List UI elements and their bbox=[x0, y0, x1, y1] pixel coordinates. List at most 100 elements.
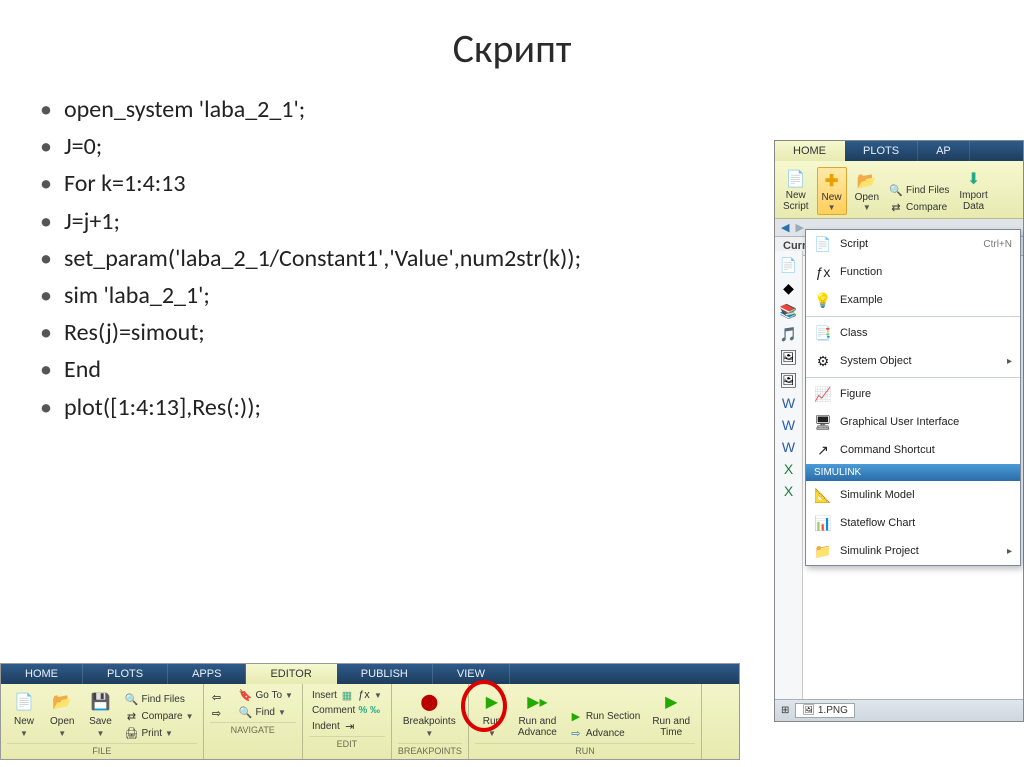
dropdown-item-class[interactable]: 📑 Class bbox=[806, 319, 1020, 347]
print-icon: 🖨 bbox=[124, 726, 138, 740]
dropdown-item-stateflow[interactable]: 📊 Stateflow Chart bbox=[806, 509, 1020, 537]
group-label: NAVIGATE bbox=[210, 722, 296, 738]
taskbar-start-icon[interactable]: ⊞ bbox=[781, 705, 789, 716]
taskbar-item[interactable]: 🖼 1.PNG bbox=[795, 703, 855, 718]
dropdown-item-shortcut[interactable]: ↗ Command Shortcut bbox=[806, 436, 1020, 464]
simulink-project-icon: 📁 bbox=[814, 542, 832, 560]
compare-icon: ⇄ bbox=[124, 709, 138, 723]
run-play-icon: ▶ bbox=[480, 690, 504, 714]
find-button[interactable]: 🔍Find ▼ bbox=[236, 704, 296, 720]
insert-button[interactable]: Insert ▦ ƒx ▼ bbox=[309, 687, 385, 703]
tab-apps[interactable]: APPS bbox=[168, 664, 246, 684]
new-button[interactable]: ✚ New ▼ bbox=[817, 167, 847, 215]
compare-button[interactable]: ⇄Compare ▼ bbox=[121, 708, 196, 724]
dropdown-item-example[interactable]: 💡 Example bbox=[806, 286, 1020, 314]
comment-button[interactable]: Comment % ‰ bbox=[309, 704, 385, 717]
open-label: Open bbox=[50, 716, 74, 727]
dropdown-item-system-object[interactable]: ⚙ System Object ▸ bbox=[806, 347, 1020, 375]
simulink-model-icon: 📐 bbox=[814, 486, 832, 504]
import-icon: ⬇ bbox=[963, 168, 985, 190]
chevron-down-icon: ▼ bbox=[828, 203, 836, 212]
excel-icon[interactable]: X bbox=[784, 483, 793, 499]
find-files-button[interactable]: 🔍Find Files bbox=[121, 691, 196, 707]
compare-button[interactable]: ⇄Compare bbox=[887, 199, 951, 215]
advance-button[interactable]: ⇨Advance bbox=[566, 725, 643, 741]
group-breakpoints: ⬤ Breakpoints ▼ BREAKPOINTS bbox=[392, 684, 469, 759]
word-icon[interactable]: W bbox=[782, 395, 795, 411]
save-button[interactable]: 💾 Save ▼ bbox=[83, 687, 117, 741]
music-icon[interactable]: 🎵 bbox=[780, 326, 797, 343]
tab-plots[interactable]: PLOTS bbox=[845, 141, 918, 161]
dropdown-item-simulink-model[interactable]: 📐 Simulink Model bbox=[806, 481, 1020, 509]
find-files-button[interactable]: 🔍Find Files bbox=[887, 182, 951, 198]
books-icon[interactable]: 📚 bbox=[780, 303, 797, 320]
plus-icon: ✚ bbox=[821, 170, 843, 192]
shortcut-icon: ↗ bbox=[814, 441, 832, 459]
indent-button[interactable]: Indent ⇥ bbox=[309, 718, 385, 734]
percent-icon: % ‰ bbox=[358, 705, 380, 716]
ribbon-tabs: HOME PLOTS APPS EDITOR PUBLISH VIEW bbox=[1, 664, 739, 684]
gear-icon: ⚙ bbox=[814, 352, 832, 370]
open-button[interactable]: 📂 Open ▼ bbox=[45, 687, 79, 741]
dropdown-item-function[interactable]: ƒx Function bbox=[806, 258, 1020, 286]
code-line: open_system 'laba_2_1'; bbox=[40, 91, 1024, 128]
run-section-button[interactable]: ▶Run Section bbox=[566, 708, 643, 724]
print-button[interactable]: 🖨Print ▼ bbox=[121, 725, 196, 741]
new-script-button[interactable]: 📄 New Script bbox=[779, 165, 813, 215]
back-icon[interactable]: ◀ bbox=[781, 221, 789, 234]
fx-icon: ƒx bbox=[814, 263, 832, 281]
ribbon-tabs: HOME PLOTS AP bbox=[775, 141, 1023, 161]
bookmark-icon: 🔖 bbox=[239, 688, 253, 702]
breakpoints-button[interactable]: ⬤ Breakpoints ▼ bbox=[398, 687, 461, 741]
insert-icon: ▦ bbox=[340, 688, 354, 702]
doc-icon[interactable]: 📄 bbox=[780, 257, 797, 274]
sidebar-icons: 📄 ◆ 📚 🎵 🖼 🖼 W W W X X bbox=[775, 251, 803, 721]
goto-button[interactable]: 🔖Go To ▼ bbox=[236, 687, 296, 703]
run-time-button[interactable]: ▶ Run and Time bbox=[647, 687, 695, 741]
tab-editor[interactable]: EDITOR bbox=[246, 664, 336, 684]
search-icon: 🔍 bbox=[239, 705, 253, 719]
divider bbox=[806, 316, 1020, 317]
run-button[interactable]: ▶ Run ▼ bbox=[475, 687, 509, 741]
tab-publish[interactable]: PUBLISH bbox=[337, 664, 433, 684]
new-button[interactable]: 📄 New ▼ bbox=[7, 687, 41, 741]
arrow-icon[interactable]: ⇦ bbox=[210, 690, 224, 704]
submenu-arrow-icon: ▸ bbox=[1007, 546, 1012, 557]
tab-home[interactable]: HOME bbox=[1, 664, 83, 684]
fx-icon: ƒx bbox=[357, 688, 371, 702]
word-icon[interactable]: W bbox=[782, 439, 795, 455]
group-label: RUN bbox=[475, 743, 695, 759]
run-advance-button[interactable]: ▶▸ Run and Advance bbox=[513, 687, 562, 741]
forward-icon[interactable]: ▶ bbox=[795, 221, 803, 234]
dropdown-item-figure[interactable]: 📈 Figure bbox=[806, 380, 1020, 408]
matlab-icon[interactable]: ◆ bbox=[783, 280, 794, 297]
excel-icon[interactable]: X bbox=[784, 461, 793, 477]
find-files-icon: 🔍 bbox=[889, 183, 903, 197]
lightbulb-icon: 💡 bbox=[814, 291, 832, 309]
dropdown-item-script[interactable]: 📄 Script Ctrl+N bbox=[806, 230, 1020, 258]
word-icon[interactable]: W bbox=[782, 417, 795, 433]
tab-view[interactable]: VIEW bbox=[433, 664, 510, 684]
tab-apps[interactable]: AP bbox=[918, 141, 970, 161]
new-label: New bbox=[14, 716, 34, 727]
image-icon[interactable]: 🖼 bbox=[780, 372, 798, 389]
image-icon[interactable]: 🖼 bbox=[780, 349, 798, 366]
chevron-down-icon: ▼ bbox=[20, 729, 28, 738]
open-button[interactable]: 📂 Open ▼ bbox=[851, 167, 883, 215]
dropdown-item-gui[interactable]: 🖥 Graphical User Interface bbox=[806, 408, 1020, 436]
save-label: Save bbox=[89, 716, 112, 727]
chevron-down-icon: ▼ bbox=[186, 712, 194, 721]
chevron-down-icon: ▼ bbox=[863, 203, 871, 212]
figure-icon: 📈 bbox=[814, 385, 832, 403]
chevron-down-icon: ▼ bbox=[278, 708, 286, 717]
import-data-button[interactable]: ⬇ Import Data bbox=[955, 165, 991, 215]
arrow-icon[interactable]: ⇨ bbox=[210, 706, 224, 720]
gui-icon: 🖥 bbox=[814, 413, 832, 431]
dropdown-item-simulink-project[interactable]: 📁 Simulink Project ▸ bbox=[806, 537, 1020, 565]
open-folder-icon: 📂 bbox=[856, 170, 878, 192]
tab-home[interactable]: HOME bbox=[775, 141, 845, 161]
run-advance-icon: ▶▸ bbox=[525, 690, 549, 714]
compare-icon: ⇄ bbox=[889, 200, 903, 214]
tab-plots[interactable]: PLOTS bbox=[83, 664, 168, 684]
matlab-home-panel: HOME PLOTS AP 📄 New Script ✚ New ▼ 📂 Ope… bbox=[774, 140, 1024, 722]
